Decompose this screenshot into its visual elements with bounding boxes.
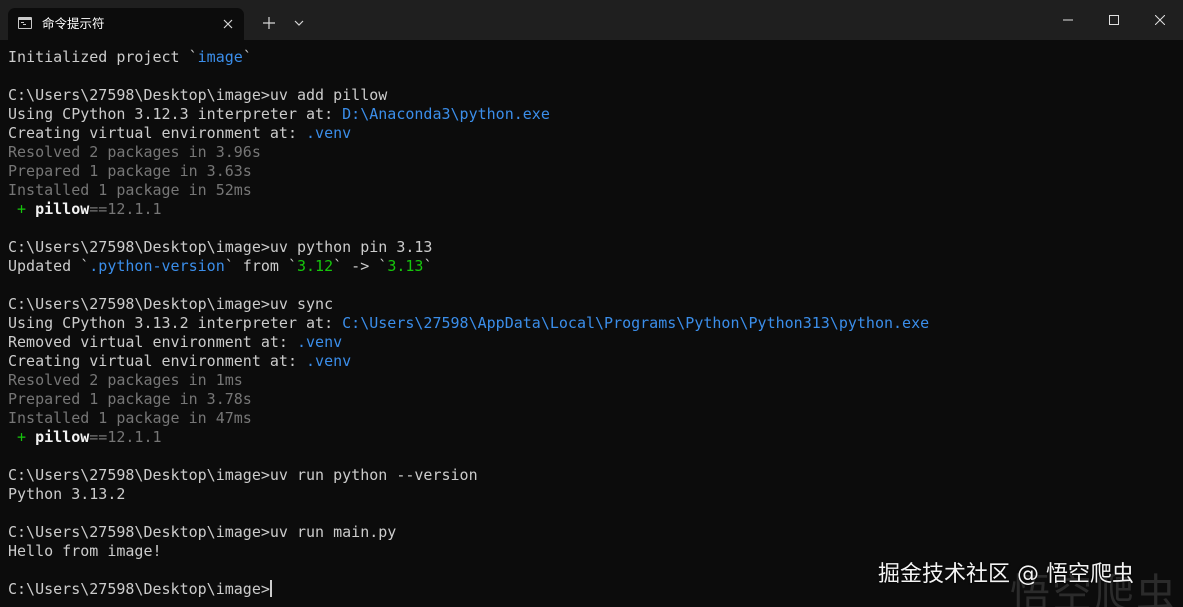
terminal-line: Creating virtual environment at: .venv	[8, 352, 1178, 371]
terminal-text: Initialized project `	[8, 48, 198, 66]
terminal-text: .venv	[306, 352, 352, 370]
plus-icon	[263, 17, 275, 29]
terminal-line: Installed 1 package in 52ms	[8, 181, 1178, 200]
close-icon	[1155, 15, 1165, 25]
terminal-text: image	[197, 48, 243, 66]
terminal-line: C:\Users\27598\Desktop\image>uv sync	[8, 295, 1178, 314]
terminal-text: Python 3.13.2	[8, 485, 126, 503]
terminal-text: ==12.1.1	[89, 428, 162, 446]
terminal-text: +	[8, 428, 36, 446]
terminal-line: Creating virtual environment at: .venv	[8, 124, 1178, 143]
text-cursor	[269, 580, 272, 597]
terminal-line: + pillow==12.1.1	[8, 200, 1178, 219]
new-tab-button[interactable]	[258, 12, 280, 34]
terminal-text: Removed virtual environment at:	[8, 333, 297, 351]
terminal-text: Using CPython 3.13.2 interpreter at:	[8, 314, 343, 332]
terminal-text: Installed 1 package in 47ms	[8, 409, 252, 427]
terminal-text: Prepared 1 package in 3.78s	[8, 390, 252, 408]
tab-dropdown-button[interactable]	[288, 12, 310, 34]
terminal-text: D:\Anaconda3\python.exe	[342, 105, 550, 123]
terminal-icon	[18, 17, 32, 29]
close-icon	[223, 19, 233, 29]
terminal-line: Removed virtual environment at: .venv	[8, 333, 1178, 352]
close-tab-icon[interactable]	[218, 14, 238, 34]
terminal-line: Using CPython 3.13.2 interpreter at: C:\…	[8, 314, 1178, 333]
terminal-text: .python-version	[89, 257, 225, 275]
terminal-output[interactable]: Initialized project `image` C:\Users\2759…	[8, 48, 1178, 599]
terminal-text: 3.13	[387, 257, 424, 275]
terminal-line: C:\Users\27598\Desktop\image>uv python p…	[8, 238, 1178, 257]
terminal-window: 命令提示符 Initialized project `image` C:\Use…	[0, 0, 1183, 607]
prompt-text: C:\Users\27598\Desktop\image>	[8, 580, 270, 598]
terminal-text: Prepared 1 package in 3.63s	[8, 162, 252, 180]
terminal-text: ==12.1.1	[89, 200, 162, 218]
terminal-text: pillow	[35, 428, 90, 446]
chevron-down-icon	[294, 20, 304, 26]
terminal-text: +	[8, 200, 36, 218]
terminal-text: C:\Users\27598\Desktop\image>uv add pill…	[8, 86, 388, 104]
maximize-icon	[1109, 15, 1119, 25]
terminal-text: `	[423, 257, 433, 275]
terminal-text: C:\Users\27598\Desktop\image>uv run main…	[8, 523, 397, 541]
minimize-icon	[1063, 19, 1073, 21]
terminal-text: ` from `	[224, 257, 297, 275]
terminal-line: Hello from image!	[8, 542, 1178, 561]
terminal-line: Installed 1 package in 47ms	[8, 409, 1178, 428]
terminal-line: C:\Users\27598\Desktop\image>uv run main…	[8, 523, 1178, 542]
terminal-text: Resolved 2 packages in 1ms	[8, 371, 243, 389]
minimize-button[interactable]	[1045, 0, 1091, 40]
terminal-text: .venv	[306, 124, 352, 142]
terminal-text: ` -> `	[333, 257, 388, 275]
terminal-line: Initialized project `image`	[8, 48, 1178, 67]
terminal-text: Creating virtual environment at:	[8, 352, 307, 370]
terminal-text: Using CPython 3.12.3 interpreter at:	[8, 105, 343, 123]
terminal-line: Resolved 2 packages in 1ms	[8, 371, 1178, 390]
terminal-line: + pillow==12.1.1	[8, 428, 1178, 447]
watermark: 掘金技术社区 @ 悟空爬虫	[878, 562, 1134, 587]
terminal-text: Updated `	[8, 257, 90, 275]
terminal-text: C:\Users\27598\Desktop\image>uv sync	[8, 295, 334, 313]
terminal-text: C:\Users\27598\Desktop\image>uv run pyth…	[8, 466, 478, 484]
terminal-line: C:\Users\27598\Desktop\image>uv run pyth…	[8, 466, 1178, 485]
terminal-line: Resolved 2 packages in 3.96s	[8, 143, 1178, 162]
terminal-line: Python 3.13.2	[8, 485, 1178, 504]
tab-title: 命令提示符	[42, 16, 105, 31]
terminal-text: C:\Users\27598\AppData\Local\Programs\Py…	[342, 314, 930, 332]
tab-command-prompt[interactable]: 命令提示符	[8, 8, 244, 40]
terminal-line: Prepared 1 package in 3.78s	[8, 390, 1178, 409]
close-window-button[interactable]	[1137, 0, 1183, 40]
terminal-text: Creating virtual environment at:	[8, 124, 307, 142]
terminal-text: pillow	[35, 200, 90, 218]
terminal-line: Using CPython 3.12.3 interpreter at: D:\…	[8, 105, 1178, 124]
terminal-line: C:\Users\27598\Desktop\image>uv add pill…	[8, 86, 1178, 105]
terminal-text: Resolved 2 packages in 3.96s	[8, 143, 261, 161]
terminal-text: C:\Users\27598\Desktop\image>uv python p…	[8, 238, 433, 256]
terminal-text: Hello from image!	[8, 542, 162, 560]
terminal-line: Prepared 1 package in 3.63s	[8, 162, 1178, 181]
title-bar[interactable]: 命令提示符	[0, 0, 1183, 40]
terminal-text: `	[242, 48, 252, 66]
terminal-text: 3.12	[297, 257, 334, 275]
terminal-text: Installed 1 package in 52ms	[8, 181, 252, 199]
terminal-text: .venv	[296, 333, 343, 351]
terminal-line: Updated `.python-version` from `3.12` ->…	[8, 257, 1178, 276]
maximize-button[interactable]	[1091, 0, 1137, 40]
